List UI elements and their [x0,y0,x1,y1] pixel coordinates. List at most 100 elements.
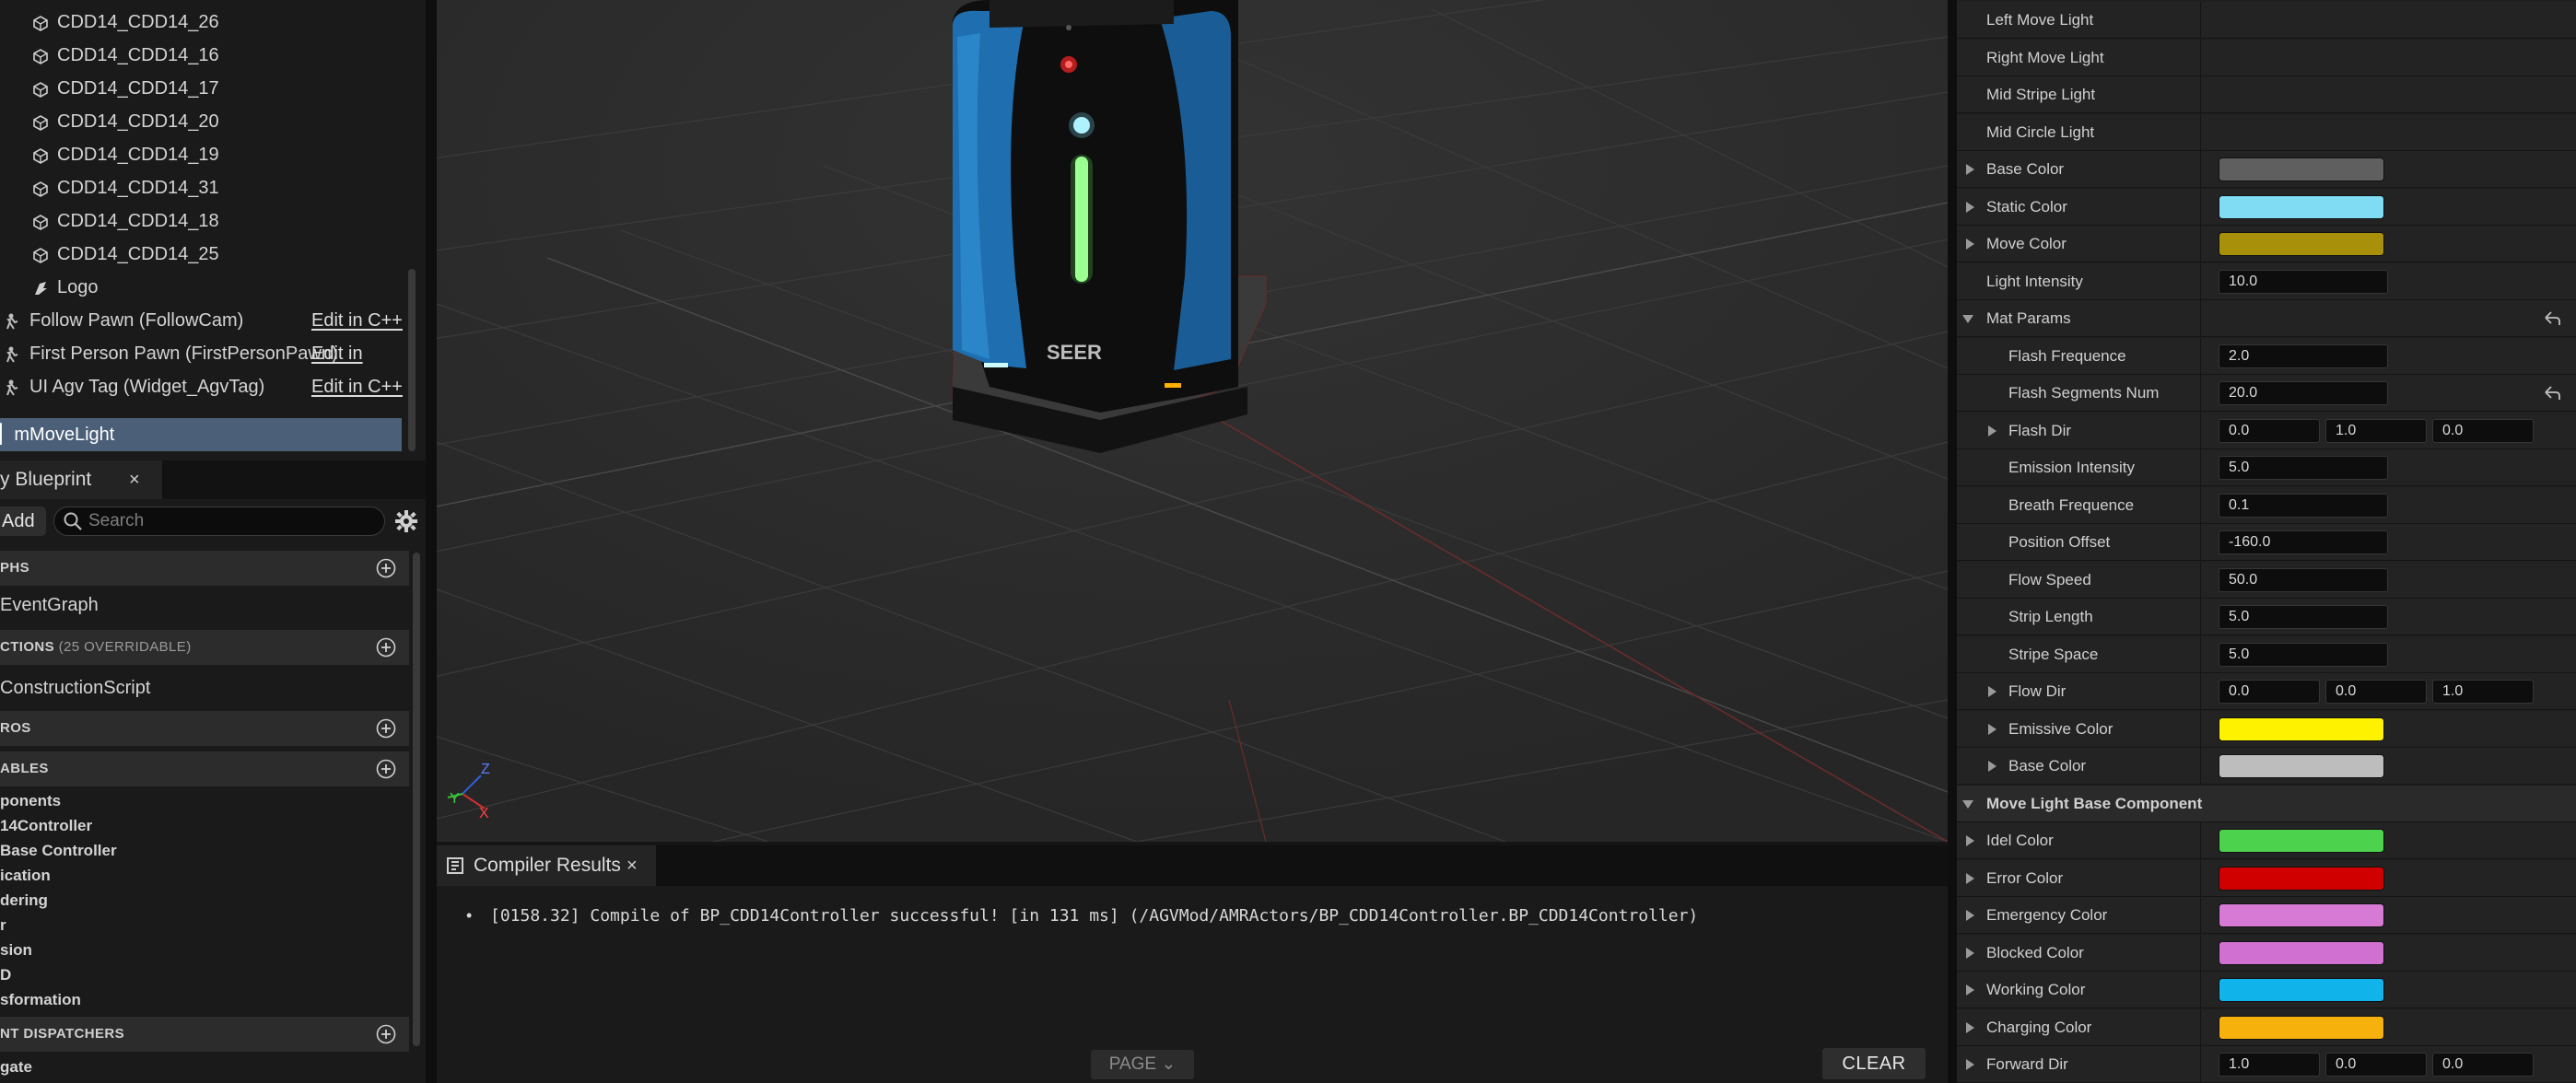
color-swatch[interactable] [2219,1015,2384,1040]
column-splitter[interactable] [2200,859,2201,897]
vector-component-field[interactable]: 0.0 [2325,680,2427,704]
column-splitter[interactable] [2200,337,2201,375]
outliner-mesh-item[interactable]: CDD14_CDD14_26 [31,6,219,39]
expand-arrow-icon[interactable] [1966,1021,1974,1033]
column-splitter[interactable] [2200,449,2201,486]
graph-item-eventgraph[interactable]: EventGraph [0,591,99,619]
expand-arrow-icon[interactable] [1988,761,1996,772]
variable-item[interactable]: Base Controller [0,839,117,863]
expand-arrow-icon[interactable] [1966,947,1974,959]
expand-arrow-icon[interactable] [1966,1059,1974,1070]
column-splitter[interactable] [2200,76,2201,113]
column-splitter[interactable] [2200,188,2201,226]
add-plus-icon[interactable] [376,637,396,658]
add-plus-icon[interactable] [376,558,396,578]
column-splitter[interactable] [2200,748,2201,785]
number-field[interactable]: 20.0 [2219,381,2388,405]
column-splitter[interactable] [2200,486,2201,524]
column-splitter[interactable] [2200,412,2201,449]
vector-component-field[interactable]: 1.0 [2219,1053,2320,1077]
column-splitter[interactable] [2200,822,2201,859]
column-splitter[interactable] [2200,1046,2201,1083]
column-splitter[interactable] [2200,300,2201,337]
variable-item[interactable]: sion [0,938,32,962]
column-splitter[interactable] [2200,2,2201,39]
vector-component-field[interactable]: 0.0 [2219,418,2320,443]
outliner-mesh-item[interactable]: CDD14_CDD14_18 [31,204,219,238]
number-field[interactable]: 5.0 [2219,642,2388,667]
column-splitter[interactable] [2200,151,2201,188]
outliner-mesh-item[interactable]: CDD14_CDD14_25 [31,238,219,271]
number-field[interactable]: 10.0 [2219,269,2388,294]
outliner-mesh-item[interactable]: CDD14_CDD14_17 [31,72,219,105]
vector-component-field[interactable]: 0.0 [2432,1053,2534,1077]
gear-icon[interactable] [394,509,418,533]
color-swatch[interactable] [2219,903,2384,927]
color-swatch[interactable] [2219,978,2384,1002]
column-splitter[interactable] [2200,226,2201,262]
clear-button[interactable]: CLEAR [1822,1048,1926,1079]
column-splitter[interactable] [2200,897,2201,934]
color-swatch[interactable] [2219,754,2384,778]
panel-splitter[interactable] [1948,0,1957,1083]
number-field[interactable]: -160.0 [2219,530,2388,554]
expand-arrow-icon[interactable] [1988,425,1996,437]
expand-arrow-icon[interactable] [1966,201,1974,213]
add-plus-icon[interactable] [376,718,396,739]
collapse-arrow-icon[interactable] [1962,799,1973,809]
column-splitter[interactable] [2200,599,2201,635]
variables-section-header[interactable]: ABLES [0,751,409,786]
expand-arrow-icon[interactable] [1966,164,1974,175]
tab-close-icon[interactable]: × [129,460,140,499]
macros-section-header[interactable]: ROS [0,711,409,746]
vector-component-field[interactable]: 1.0 [2325,418,2427,443]
outliner-logo-item[interactable]: Logo [31,271,99,304]
expand-arrow-icon[interactable] [1966,872,1974,884]
edit-in-cpp-link[interactable]: Edit in [311,337,363,370]
outliner-pawn-item[interactable]: UI Agv Tag (Widget_AgvTag) Edit in C++ [4,370,409,403]
functions-section-header[interactable]: CTIONS (25 OVERRIDABLE) [0,630,409,665]
outliner-mesh-item[interactable]: CDD14_CDD14_16 [31,39,219,72]
outliner-mesh-item[interactable]: CDD14_CDD14_19 [31,138,219,171]
vector-component-field[interactable]: 0.0 [2325,1053,2427,1077]
reset-to-default-icon[interactable] [2543,384,2561,402]
column-splitter[interactable] [2200,934,2201,972]
number-field[interactable]: 5.0 [2219,605,2388,629]
expand-arrow-icon[interactable] [1966,239,1974,250]
vector-component-field[interactable]: 1.0 [2432,680,2534,704]
column-splitter[interactable] [2200,635,2201,673]
outliner-pawn-item[interactable]: First Person Pawn (FirstPersonPawn) Edit … [4,337,409,370]
color-swatch[interactable] [2219,829,2384,853]
panel-splitter[interactable] [426,0,437,1083]
add-plus-icon[interactable] [376,1024,396,1044]
graphs-section-header[interactable]: PHS [0,551,409,586]
vector-component-field[interactable]: 0.0 [2432,418,2534,443]
edit-in-cpp-link[interactable]: Edit in C++ [311,304,403,337]
number-field[interactable]: 2.0 [2219,344,2388,368]
viewport[interactable]: SEER X Z Y [437,0,1948,842]
color-swatch[interactable] [2219,157,2384,181]
column-splitter[interactable] [2200,262,2201,300]
column-splitter[interactable] [2200,39,2201,76]
variable-item[interactable]: ponents [0,789,61,813]
number-field[interactable]: 5.0 [2219,456,2388,480]
color-swatch[interactable] [2219,940,2384,965]
number-field[interactable]: 0.1 [2219,493,2388,518]
column-splitter[interactable] [2200,1008,2201,1046]
my-blueprint-scrollbar[interactable] [413,553,420,1046]
function-item-constructionscript[interactable]: ConstructionScript [0,674,150,702]
column-splitter[interactable] [2200,113,2201,151]
variable-item[interactable]: dering [0,889,48,913]
dispatcher-item[interactable]: gate [0,1055,32,1079]
vector-component-field[interactable]: 0.0 [2219,680,2320,704]
page-dropdown[interactable]: PAGE ⌄ [1091,1050,1194,1079]
column-splitter[interactable] [2200,375,2201,412]
color-swatch[interactable] [2219,716,2384,741]
column-splitter[interactable] [2200,710,2201,748]
outliner-scrollbar[interactable] [408,269,416,451]
color-swatch[interactable] [2219,232,2384,256]
expand-arrow-icon[interactable] [1988,686,1996,697]
column-splitter[interactable] [2200,561,2201,599]
column-splitter[interactable] [2200,673,2201,710]
outliner-pawn-item[interactable]: Follow Pawn (FollowCam) Edit in C++ [4,304,409,337]
